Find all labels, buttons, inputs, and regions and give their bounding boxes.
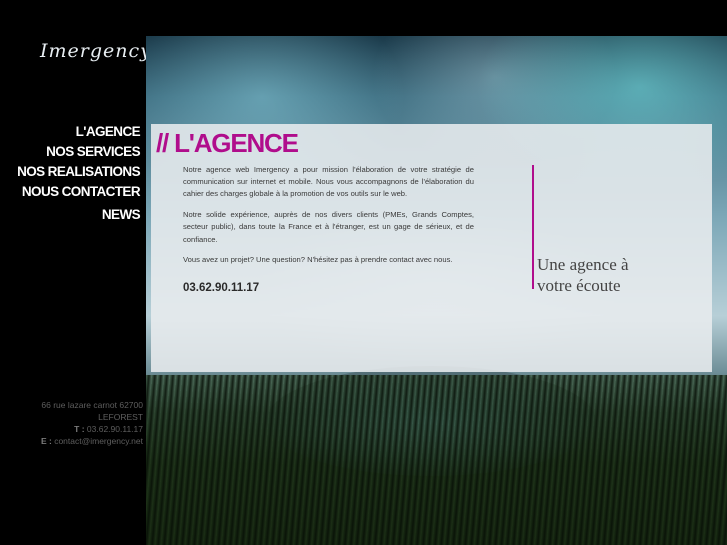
- contact-phone: 03.62.90.11.17: [183, 282, 260, 294]
- address-phone: T : 03.62.90.11.17: [0, 423, 143, 435]
- page-title: // L'AGENCE: [156, 128, 299, 158]
- nav-item-realisations[interactable]: NOS REALISATIONS: [17, 162, 141, 182]
- address-email: E : contact@imergency.net: [0, 435, 143, 447]
- grass-foreground: [146, 375, 727, 545]
- intro-paragraph: Notre solide expérience, auprès de nos d…: [183, 210, 474, 244]
- phone-prefix: T :: [74, 424, 85, 434]
- email-prefix: E :: [40, 436, 52, 446]
- nav-item-contact[interactable]: NOUS CONTACTER: [17, 182, 141, 202]
- tagline-line: votre écoute: [537, 276, 621, 295]
- logo[interactable]: Imergency: [40, 40, 152, 62]
- address-email-link[interactable]: contact@imergency.net: [54, 436, 143, 446]
- tagline-line: Une agence à: [537, 255, 629, 274]
- sidebar: Imergency L'AGENCE NOS SERVICES NOS REAL…: [0, 0, 151, 545]
- intro-paragraph: Vous avez un projet? Une question? N'hés…: [183, 255, 453, 265]
- nav-item-news[interactable]: NEWS: [17, 205, 141, 225]
- main-nav: L'AGENCE NOS SERVICES NOS REALISATIONS N…: [17, 122, 141, 225]
- intro-text: Notre agence web Imergency a pour missio…: [183, 164, 474, 275]
- accent-divider: [532, 165, 534, 289]
- address-line: 66 rue lazare carnot 62700 LEFOREST: [41, 400, 143, 422]
- address-phone-value: 03.62.90.11.17: [86, 424, 143, 434]
- intro-paragraph: Notre agence web Imergency a pour missio…: [183, 165, 474, 199]
- nav-item-agence[interactable]: L'AGENCE: [17, 122, 141, 142]
- address-block: 66 rue lazare carnot 62700 LEFOREST T : …: [0, 399, 143, 447]
- nav-item-services[interactable]: NOS SERVICES: [17, 142, 140, 162]
- tagline: Une agence à votre écoute: [537, 254, 629, 296]
